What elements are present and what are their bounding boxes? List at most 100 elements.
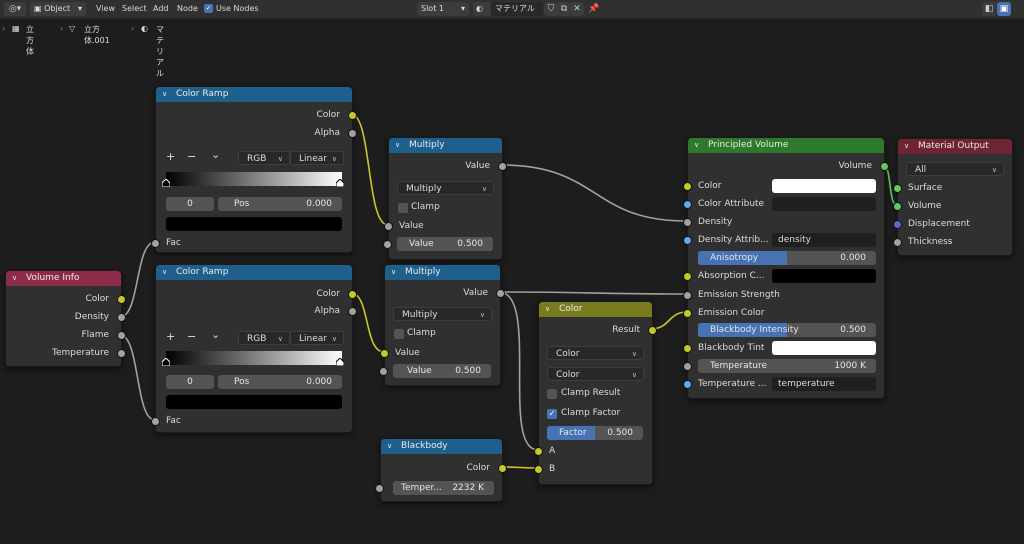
socket-input-density[interactable]: [683, 218, 692, 227]
temperature-field[interactable]: Temper... 2232 K: [375, 481, 494, 495]
socket-input-color-attribute[interactable]: [683, 200, 692, 209]
color-attribute-field[interactable]: [772, 197, 876, 211]
slot-dropdown[interactable]: Slot 1 ▾: [417, 2, 469, 16]
ramp-menu-button[interactable]: ⌄: [211, 328, 220, 341]
operation-dropdown[interactable]: Multiply ∨: [397, 181, 494, 195]
add-stop-button[interactable]: +: [166, 330, 175, 343]
node-blackbody[interactable]: ∨ Blackbody Color Temper... 2232 K: [375, 438, 507, 502]
stop-index-field[interactable]: 0: [166, 197, 214, 211]
chevron-down-icon[interactable]: ∨: [12, 271, 17, 286]
socket-input-a[interactable]: [534, 447, 543, 456]
socket-output-flame[interactable]: [117, 331, 126, 340]
node-header[interactable]: ∨ Color: [539, 302, 652, 317]
socket-input-temperature[interactable]: [683, 362, 692, 371]
node-material-output[interactable]: ∨ Material Output All ∨ Surface Volume Di…: [893, 138, 1013, 256]
socket-output-color[interactable]: [498, 464, 507, 473]
stop-position-field[interactable]: Pos 0.000: [218, 375, 342, 389]
close-icon[interactable]: ✕: [570, 2, 584, 16]
add-stop-button[interactable]: +: [166, 150, 175, 163]
menu-view[interactable]: View: [96, 3, 115, 15]
factor-slider[interactable]: Factor 0.500: [547, 426, 643, 440]
value-field[interactable]: Value 0.500: [379, 364, 491, 378]
color-mode-dropdown[interactable]: RGB ∨: [238, 331, 290, 345]
menu-select[interactable]: Select: [122, 3, 147, 15]
socket-input-value-2[interactable]: [383, 240, 392, 249]
socket-output-value[interactable]: [496, 289, 505, 298]
ramp-stop-black[interactable]: [162, 358, 170, 366]
blend-mode-dropdown[interactable]: Color ∨: [547, 367, 644, 381]
node-volume-info[interactable]: ∨ Volume Info Color Density Flame Temper…: [5, 270, 126, 367]
node-header[interactable]: ∨ Color Ramp: [156, 265, 352, 280]
ramp-menu-button[interactable]: ⌄: [211, 148, 220, 161]
chevron-down-icon[interactable]: ∨: [387, 439, 392, 454]
socket-output-density[interactable]: [117, 313, 126, 322]
blackbody-intensity-slider[interactable]: Blackbody Intensity 0.500: [698, 323, 876, 337]
clamp-checkbox[interactable]: [394, 329, 404, 339]
chevron-down-icon[interactable]: ∨: [694, 138, 699, 153]
socket-input-b[interactable]: [534, 465, 543, 474]
socket-input-value[interactable]: [380, 349, 389, 358]
chevron-down-icon[interactable]: ∨: [162, 87, 167, 102]
menu-add[interactable]: Add: [153, 3, 169, 15]
object-mode-dropdown[interactable]: ▣ Object ▾: [30, 2, 86, 16]
node-header[interactable]: ∨ Volume Info: [6, 271, 121, 286]
color-ramp-gradient[interactable]: [166, 172, 342, 186]
data-type-dropdown[interactable]: Color ∨: [547, 346, 644, 360]
ramp-stop-white[interactable]: [336, 179, 344, 187]
interpolation-dropdown[interactable]: Linear ∨: [290, 151, 344, 165]
temperature-field[interactable]: Temperature 1000 K: [683, 359, 876, 373]
absorption-color-swatch[interactable]: [772, 269, 876, 283]
fake-user-icon[interactable]: ⛉: [544, 2, 558, 16]
socket-input-surface[interactable]: [893, 184, 902, 193]
socket-input-color[interactable]: [683, 182, 692, 191]
stop-color-swatch[interactable]: [166, 217, 342, 231]
stop-position-field[interactable]: Pos 0.000: [218, 197, 342, 211]
chevron-down-icon[interactable]: ∨: [395, 138, 400, 153]
pin-icon[interactable]: 📌: [587, 2, 601, 16]
socket-output-color[interactable]: [348, 111, 357, 120]
chevron-down-icon[interactable]: ∨: [162, 265, 167, 280]
chevron-down-icon[interactable]: ∨: [391, 265, 396, 280]
socket-input-value-2[interactable]: [379, 367, 388, 376]
anisotropy-slider[interactable]: Anisotropy 0.000: [698, 251, 876, 265]
node-header[interactable]: ∨ Multiply: [389, 138, 502, 153]
socket-input-displacement[interactable]: [893, 220, 902, 229]
color-swatch[interactable]: [772, 179, 876, 193]
socket-output-volume[interactable]: [880, 162, 889, 171]
socket-input-fac[interactable]: [151, 417, 160, 426]
socket-input-density-attribute[interactable]: [683, 236, 692, 245]
node-header[interactable]: ∨ Color Ramp: [156, 87, 352, 102]
chevron-down-icon[interactable]: ∨: [545, 302, 550, 317]
node-mix-color[interactable]: ∨ Color Result Color ∨ Color ∨ Clamp Resul…: [534, 301, 657, 485]
color-ramp-gradient[interactable]: [166, 351, 342, 365]
node-header[interactable]: ∨ Material Output: [898, 139, 1012, 154]
node-color-ramp-2[interactable]: ∨ Color Ramp Color Alpha + − ⌄ RGB ∨ Line…: [151, 264, 357, 433]
socket-output-result[interactable]: [648, 326, 657, 335]
chevron-down-icon[interactable]: ∨: [904, 139, 909, 154]
density-attribute-field[interactable]: density: [772, 233, 876, 247]
use-nodes-checkbox[interactable]: ✓: [204, 4, 213, 13]
socket-output-value[interactable]: [498, 162, 507, 171]
material-name-field[interactable]: マテリアル: [491, 2, 543, 16]
interpolation-dropdown[interactable]: Linear ∨: [290, 331, 344, 345]
socket-output-color[interactable]: [117, 295, 126, 304]
socket-input-fac[interactable]: [151, 239, 160, 248]
socket-input-emission-strength[interactable]: [683, 291, 692, 300]
blackbody-tint-swatch[interactable]: [772, 341, 876, 355]
overlay-icon[interactable]: ◧: [982, 2, 996, 16]
socket-input-volume[interactable]: [893, 202, 902, 211]
editor-type-icon[interactable]: ◎▾: [4, 2, 26, 16]
socket-output-temperature[interactable]: [117, 349, 126, 358]
node-header[interactable]: ∨ Principled Volume: [688, 138, 884, 153]
clamp-factor-checkbox[interactable]: ✓: [547, 409, 557, 419]
socket-input-emission-color[interactable]: [683, 309, 692, 318]
node-header[interactable]: ∨ Blackbody: [381, 439, 502, 454]
color-mode-dropdown[interactable]: RGB ∨: [238, 151, 290, 165]
temperature-attribute-field[interactable]: temperature: [772, 377, 876, 391]
node-multiply-2[interactable]: ∨ Multiply Value Multiply ∨ Clamp Value V…: [379, 264, 505, 386]
socket-output-alpha[interactable]: [348, 129, 357, 138]
ramp-stop-black[interactable]: [162, 179, 170, 187]
socket-input-temperature-attribute[interactable]: [683, 380, 692, 389]
remove-stop-button[interactable]: −: [187, 150, 196, 163]
duplicate-icon[interactable]: ⧉: [557, 2, 571, 16]
